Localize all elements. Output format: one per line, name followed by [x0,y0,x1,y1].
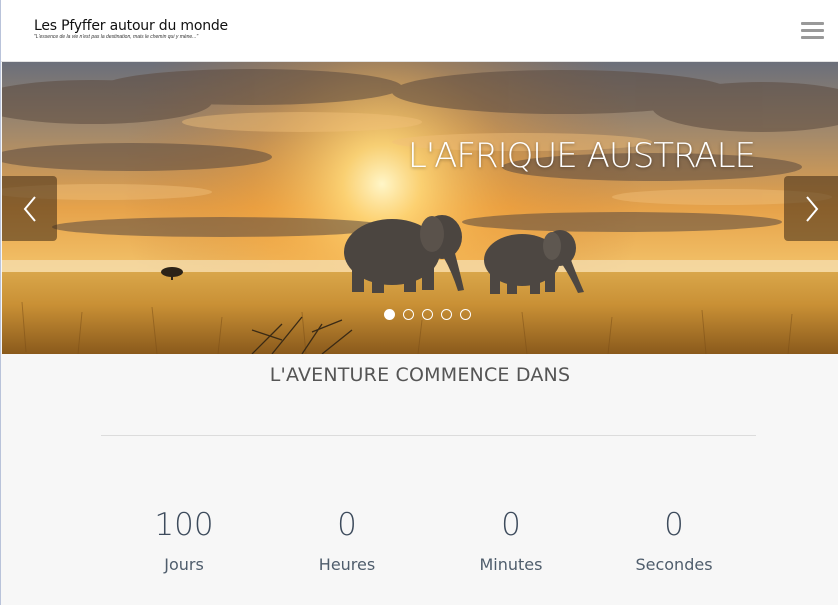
carousel-indicator-3[interactable] [422,309,433,320]
carousel-indicators [384,309,471,320]
countdown-seconds: 0 Secondes [604,505,744,574]
carousel-indicator-2[interactable] [403,309,414,320]
page: Les Pfyffer autour du monde "L'essence d… [0,0,838,605]
countdown-title: L'AVENTURE COMMENCE DANS [269,364,571,386]
countdown-seconds-value: 0 [664,507,684,543]
hero-carousel: L'AFRIQUE AUSTRALE [2,62,838,354]
chevron-left-icon [23,195,36,222]
slide-caption: L'AFRIQUE AUSTRALE [407,136,756,176]
section-divider [101,435,756,436]
countdown-days-label: Jours [164,555,204,574]
brand-tagline: "L'essence de la vie n'est pas la destin… [34,34,199,40]
carousel-next-button[interactable] [784,176,838,241]
chevron-right-icon [805,195,818,222]
countdown-hours-label: Heures [318,555,376,574]
carousel-indicator-5[interactable] [460,309,471,320]
carousel-indicator-4[interactable] [441,309,452,320]
site-header: Les Pfyffer autour du monde "L'essence d… [1,0,838,62]
carousel-prev-button[interactable] [2,176,57,241]
countdown-seconds-label: Secondes [635,555,713,574]
hamburger-menu-icon[interactable] [801,22,824,40]
countdown-days: 100 Jours [114,505,254,574]
brand-logo[interactable]: Les Pfyffer autour du monde "L'essence d… [34,18,228,41]
carousel-indicator-1[interactable] [384,309,395,320]
countdown-days-value: 100 [154,507,214,543]
countdown-hours-value: 0 [337,507,357,543]
countdown-minutes: 0 Minutes [441,505,581,574]
countdown-hours: 0 Heures [277,505,417,574]
countdown-minutes-value: 0 [501,507,521,543]
brand-title: Les Pfyffer autour du monde [34,18,228,34]
countdown-minutes-label: Minutes [479,555,543,574]
